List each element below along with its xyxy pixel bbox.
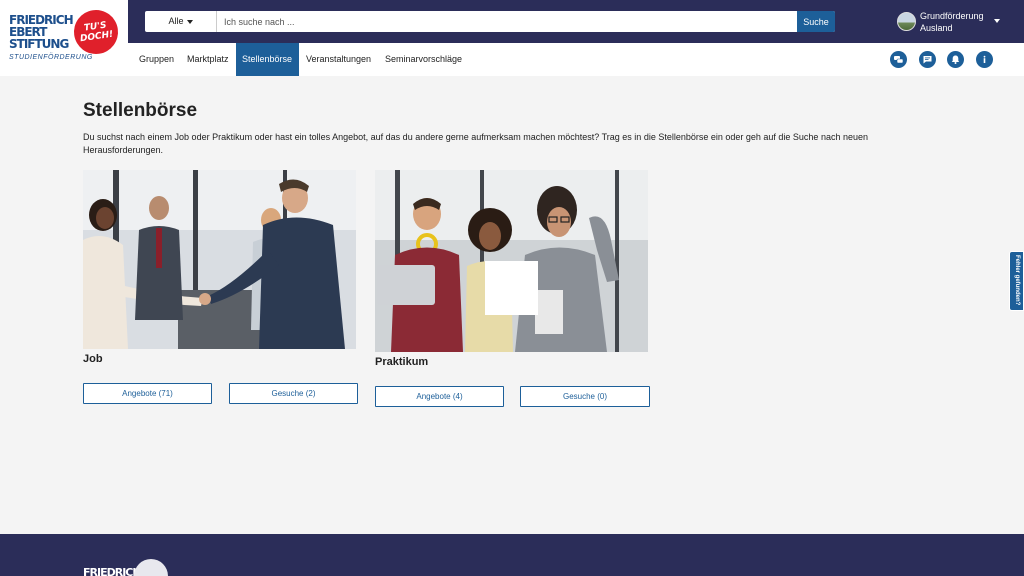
page-title: Stellenbörse	[83, 100, 198, 121]
bell-icon[interactable]	[947, 51, 964, 68]
search-category-label: Alle	[168, 16, 184, 26]
search-category-dropdown[interactable]: Alle	[145, 11, 217, 32]
job-requests-button[interactable]: Gesuche (2)	[229, 383, 358, 404]
feedback-tab[interactable]: Fehler gefunden?	[1009, 251, 1024, 311]
nav-item-veranstaltungen[interactable]: Veranstaltungen	[300, 43, 377, 76]
feedback-tab-label: Fehler gefunden?	[1014, 255, 1020, 306]
logo-wordmark: FRIEDRICH EBERT STIFTUNG	[9, 13, 74, 51]
chat-bubbles-icon[interactable]	[890, 51, 907, 68]
logo[interactable]: FRIEDRICH EBERT STIFTUNG STUDIENFÖRDERUN…	[0, 0, 128, 76]
internship-offers-button[interactable]: Angebote (4)	[375, 386, 504, 407]
user-avatar[interactable]	[897, 12, 916, 31]
nav-item-seminarvorschlaege[interactable]: Seminarvorschläge	[379, 43, 468, 76]
logo-subtitle: STUDIENFÖRDERUNG	[9, 54, 93, 61]
user-menu[interactable]: Grundförderung Ausland	[920, 10, 992, 34]
nav-item-marktplatz[interactable]: Marktplatz	[181, 43, 235, 76]
user-name-line1: Grundförderung	[920, 11, 984, 21]
internship-title: Praktikum	[375, 356, 429, 368]
search-bar: Alle Suche	[145, 11, 835, 32]
internship-requests-button[interactable]: Gesuche (0)	[520, 386, 650, 407]
nav-item-stellenboerse[interactable]: Stellenbörse	[236, 43, 299, 76]
intro-text: Du suchst nach einem Job oder Praktikum …	[83, 132, 868, 155]
user-name-line2: Ausland	[920, 23, 953, 33]
job-title: Job	[83, 353, 103, 365]
internship-image[interactable]	[375, 170, 648, 352]
caret-down-icon	[186, 19, 193, 24]
job-image[interactable]	[83, 170, 356, 349]
footer-logo[interactable]: FRIEDRICH	[83, 566, 142, 576]
nav-item-gruppen[interactable]: Gruppen	[133, 43, 180, 76]
logo-badge: TU'S DOCH!	[71, 7, 121, 57]
message-icon[interactable]	[919, 51, 936, 68]
caret-down-icon[interactable]	[994, 19, 1000, 23]
search-button[interactable]: Suche	[797, 11, 835, 32]
job-offers-button[interactable]: Angebote (71)	[83, 383, 212, 404]
search-input[interactable]	[218, 11, 796, 32]
info-icon[interactable]	[976, 51, 993, 68]
